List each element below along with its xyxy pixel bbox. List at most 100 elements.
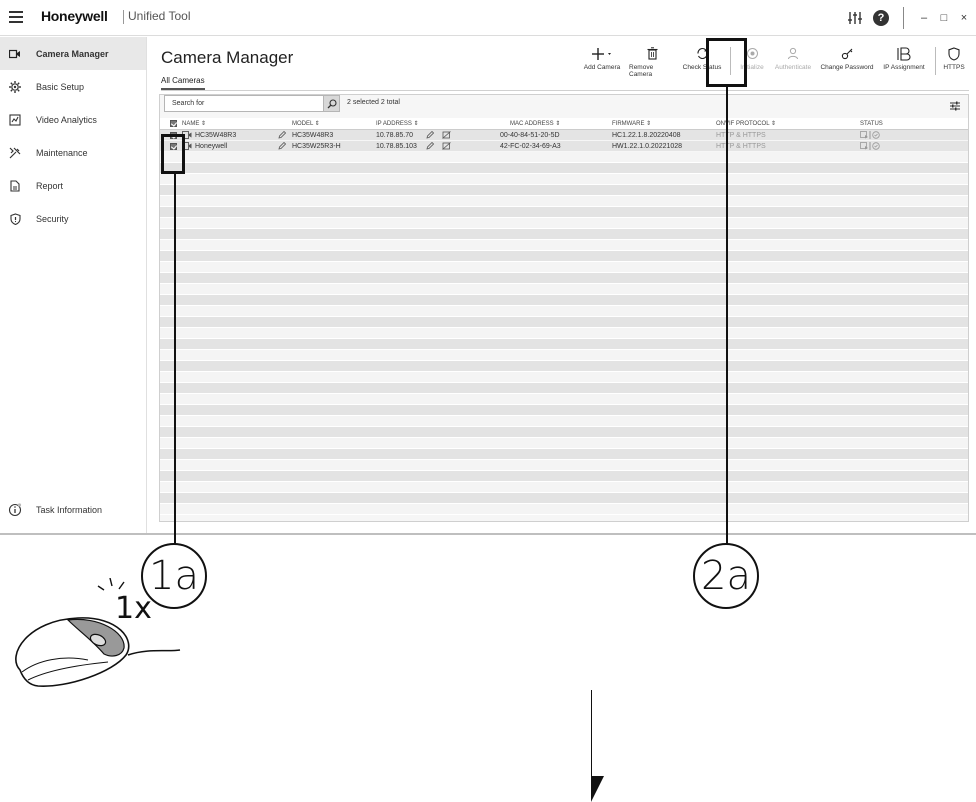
- info-icon: [8, 503, 22, 517]
- edit-name-icon[interactable]: [278, 141, 287, 152]
- sidebar-item-camera-manager[interactable]: Camera Manager: [0, 37, 146, 70]
- tools-icon: [8, 146, 22, 160]
- table-row[interactable]: Honeywell HC35W25R3-H 10.78.85.103 42-FC…: [160, 141, 968, 152]
- sidebar-item-report[interactable]: Report: [0, 169, 146, 202]
- empty-table-row: [160, 449, 968, 460]
- remove-camera-label: Remove Camera: [629, 64, 654, 78]
- analytics-icon: [8, 113, 22, 127]
- camera-mac: 42-FC-02-34-69-A3: [500, 142, 561, 150]
- initialize-icon: [746, 45, 759, 62]
- https-button[interactable]: HTTPS: [940, 45, 968, 71]
- ip-icon: [896, 45, 912, 62]
- column-header-status: STATUS: [860, 120, 883, 127]
- empty-table-row: [160, 207, 968, 218]
- table-row[interactable]: HC35W48R3 HC35W48R3 10.78.85.70 00-40-84…: [160, 130, 968, 141]
- search-icon[interactable]: [323, 95, 340, 112]
- camera-firmware: HW1.22.1.0.20221028: [612, 142, 683, 150]
- sidebar-item-basic-setup[interactable]: Basic Setup: [0, 70, 146, 103]
- camera-model: HC35W25R3-H: [292, 142, 341, 150]
- sidebar-item-label: Report: [36, 180, 64, 191]
- mouse-icon: [8, 610, 183, 700]
- ip-assignment-button[interactable]: IP Assignment: [877, 45, 931, 71]
- camera-name: HC35W48R3: [195, 131, 237, 139]
- plus-icon: [591, 45, 613, 62]
- maximize-button[interactable]: □: [938, 12, 950, 24]
- change-password-button[interactable]: Change Password: [817, 45, 877, 71]
- empty-rows: [160, 152, 968, 515]
- column-header-ip[interactable]: IP ADDRESS ⇕: [376, 120, 419, 127]
- empty-table-row: [160, 438, 968, 449]
- empty-table-row: [160, 174, 968, 185]
- sidebar: Camera Manager Basic Setup Video Analyti…: [0, 37, 147, 533]
- select-all-checkbox[interactable]: [170, 120, 177, 127]
- camera-protocol: HTTP & HTTPS: [716, 142, 766, 150]
- empty-table-row: [160, 471, 968, 482]
- sidebar-item-video-analytics[interactable]: Video Analytics: [0, 103, 146, 136]
- empty-table-row: [160, 262, 968, 273]
- empty-table-row: [160, 427, 968, 438]
- column-header-model[interactable]: MODEL ⇕: [292, 120, 320, 127]
- shield-icon: [948, 45, 960, 62]
- link-disabled-icon[interactable]: [442, 131, 451, 141]
- empty-table-row: [160, 163, 968, 174]
- settings-sliders-icon[interactable]: [845, 8, 865, 28]
- empty-table-row: [160, 284, 968, 295]
- https-label: HTTPS: [943, 64, 965, 71]
- authenticate-button[interactable]: Authenticate: [769, 45, 817, 71]
- empty-table-row: [160, 350, 968, 361]
- camera-firmware: HC1.22.1.8.20220408: [612, 131, 681, 139]
- empty-table-row: [160, 185, 968, 196]
- column-header-mac[interactable]: MAC ADDRESS ⇕: [510, 120, 560, 127]
- empty-table-row: [160, 229, 968, 240]
- empty-table-row: [160, 152, 968, 163]
- table-header: NAME ⇕ MODEL ⇕ IP ADDRESS ⇕ MAC ADDRESS …: [160, 118, 968, 130]
- edit-ip-icon[interactable]: [426, 141, 435, 152]
- column-header-name[interactable]: NAME ⇕: [182, 120, 206, 127]
- sidebar-item-label: Video Analytics: [36, 114, 97, 125]
- column-header-protocol[interactable]: ONVIF PROTOCOL ⇕: [716, 120, 776, 127]
- empty-table-row: [160, 416, 968, 427]
- edit-name-icon[interactable]: [278, 130, 287, 141]
- empty-table-row: [160, 295, 968, 306]
- link-disabled-icon[interactable]: [442, 142, 451, 152]
- minimize-button[interactable]: –: [918, 12, 930, 24]
- empty-table-row: [160, 372, 968, 383]
- empty-table-row: [160, 196, 968, 207]
- empty-table-row: [160, 339, 968, 350]
- close-button[interactable]: ×: [958, 12, 970, 24]
- add-camera-button[interactable]: Add Camera: [578, 45, 626, 71]
- empty-table-row: [160, 493, 968, 504]
- callout-line-2a: [726, 87, 728, 545]
- camera-icon: [8, 47, 22, 61]
- empty-table-row: [160, 504, 968, 515]
- callout-line-1a: [174, 174, 176, 545]
- gear-icon: [8, 80, 22, 94]
- camera-grid-panel: Search for 2 selected 2 total NAME ⇕ MOD…: [159, 94, 969, 522]
- empty-table-row: [160, 251, 968, 262]
- down-arrow-icon: [578, 690, 619, 802]
- ip-assignment-label: IP Assignment: [883, 64, 925, 71]
- title-bar-divider: [903, 7, 904, 29]
- sidebar-item-maintenance[interactable]: Maintenance: [0, 136, 146, 169]
- empty-table-row: [160, 394, 968, 405]
- toolbar-divider: [935, 47, 936, 75]
- column-header-firmware[interactable]: FIRMWARE ⇕: [612, 120, 651, 127]
- remove-camera-button[interactable]: Remove Camera: [626, 45, 678, 78]
- help-icon[interactable]: ?: [873, 10, 889, 26]
- hamburger-menu-icon[interactable]: [6, 8, 26, 28]
- tab-all-cameras[interactable]: All Cameras: [161, 76, 205, 90]
- status-icons: [860, 131, 884, 141]
- selection-count: 2 selected 2 total: [347, 99, 400, 106]
- shield-icon: [8, 212, 22, 226]
- sidebar-item-label: Security: [36, 213, 69, 224]
- title-bar-actions: ? – □ ×: [845, 6, 970, 30]
- step-callout-2a: 2a: [693, 543, 759, 609]
- task-information-button[interactable]: Task Information: [0, 499, 147, 521]
- edit-ip-icon[interactable]: [426, 130, 435, 141]
- search-input[interactable]: Search for: [164, 95, 340, 112]
- sidebar-item-security[interactable]: Security: [0, 202, 146, 235]
- filter-settings-icon[interactable]: [950, 98, 960, 116]
- camera-name: Honeywell: [195, 142, 228, 150]
- trash-icon: [647, 45, 658, 62]
- empty-table-row: [160, 383, 968, 394]
